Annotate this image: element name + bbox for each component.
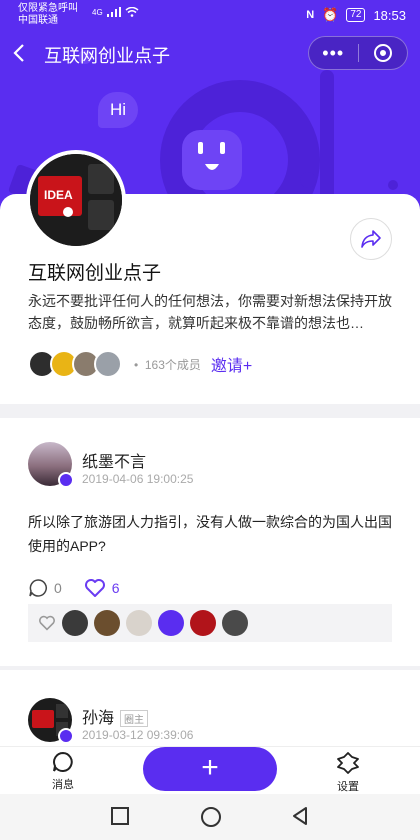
status-bar: 仅限紧急呼叫 中国联通 4G N ⏰ 72 18:53 (0, 0, 420, 30)
heart-outline-icon (39, 615, 55, 631)
like-button[interactable]: 6 (84, 578, 120, 598)
tab-settings[interactable]: 设置 (336, 751, 360, 794)
comment-icon (29, 579, 47, 597)
message-icon (53, 751, 73, 772)
close-miniprogram-button[interactable] (358, 44, 407, 62)
back-arrow-icon (13, 44, 24, 62)
avatar-label: IDEA (44, 188, 73, 202)
nfc-icon: N (306, 9, 315, 21)
like-count: 6 (111, 580, 120, 596)
tab-settings-label: 设置 (337, 781, 359, 793)
owner-badge: 圈主 (120, 710, 149, 728)
post-actions: 0 6 (28, 578, 142, 598)
author-name[interactable]: 纸墨不言 (82, 448, 146, 472)
member-avatar[interactable] (94, 350, 122, 378)
mini-program-capsule: ••• (308, 36, 408, 70)
post-card[interactable]: 纸墨不言 2019-04-06 19:00:25 所以除了旅游团人力指引，没有人… (0, 418, 420, 666)
clock: 18:53 (373, 7, 406, 23)
add-post-button[interactable]: + (143, 747, 277, 791)
page-title: 互联网创业点子 (44, 46, 170, 66)
author-name[interactable]: 孙海 圈主 (82, 704, 149, 728)
idea-image: IDEA (30, 154, 122, 246)
comment-count: 0 (54, 580, 62, 596)
liker-avatar[interactable] (94, 610, 120, 636)
settings-icon (337, 752, 359, 774)
carrier-text: 中国联通 (18, 15, 58, 26)
liker-avatar[interactable] (62, 610, 88, 636)
member-count: • 163个成员 (134, 357, 201, 372)
post-card[interactable]: 孙海 圈主 2019-03-12 09:39:06 (0, 670, 420, 750)
post-time: 2019-03-12 09:39:06 (82, 728, 194, 742)
invite-button[interactable]: 邀请+ (211, 352, 252, 376)
home-button[interactable] (200, 806, 222, 833)
alarm-icon: ⏰ (322, 7, 339, 22)
emergency-text: 仅限紧急呼叫 (18, 3, 78, 14)
wifi-icon (125, 7, 139, 17)
post-time: 2019-04-06 19:00:25 (82, 472, 194, 486)
tab-messages-label: 消息 (52, 779, 74, 791)
battery-indicator: 72 (346, 8, 366, 22)
signal-icon: 4G (92, 7, 139, 17)
share-button[interactable] (350, 218, 392, 260)
liker-avatar[interactable] (158, 610, 184, 636)
heart-icon (84, 579, 105, 597)
target-icon (373, 44, 392, 62)
decor-dot (300, 172, 316, 188)
back-button[interactable] (12, 42, 32, 64)
circle-icon (201, 807, 221, 827)
network-type: 4G (92, 8, 103, 17)
liker-avatar[interactable] (222, 610, 248, 636)
status-right: N ⏰ 72 18:53 (306, 7, 406, 23)
author-name-text: 孙海 (82, 710, 115, 727)
likers-bar[interactable] (28, 604, 392, 642)
verified-badge-icon (58, 728, 74, 744)
system-nav-bar (0, 794, 420, 840)
back-nav-button[interactable] (290, 806, 310, 831)
group-title: 互联网创业点子 (28, 263, 162, 284)
tab-messages[interactable]: 消息 (52, 751, 74, 792)
liker-avatar[interactable] (190, 610, 216, 636)
recents-button[interactable] (110, 806, 130, 831)
bottom-tab-bar: 消息 + 设置 (0, 746, 420, 794)
carrier-info: 仅限紧急呼叫 中国联通 (18, 3, 78, 27)
comment-button[interactable]: 0 (28, 578, 62, 598)
member-row: • 163个成员 邀请+ (28, 350, 252, 378)
square-icon (111, 807, 129, 825)
group-avatar[interactable]: IDEA (26, 150, 126, 250)
triangle-back-icon (293, 807, 307, 825)
liker-avatar[interactable] (126, 610, 152, 636)
post-text[interactable]: 所以除了旅游团人力指引，没有人做一款综合的为国人出国使用的APP? (28, 510, 398, 558)
hi-bubble: Hi (98, 92, 138, 128)
group-description: 永远不要批评任何人的任何想法，你需要对新想法保持开放态度，鼓励畅所欲言，就算听起… (28, 293, 392, 331)
decor-dot (388, 180, 398, 190)
share-icon (361, 230, 381, 248)
member-count-text: 163个成员 (144, 357, 201, 372)
more-menu-button[interactable]: ••• (309, 43, 358, 64)
verified-badge-icon (58, 472, 74, 488)
